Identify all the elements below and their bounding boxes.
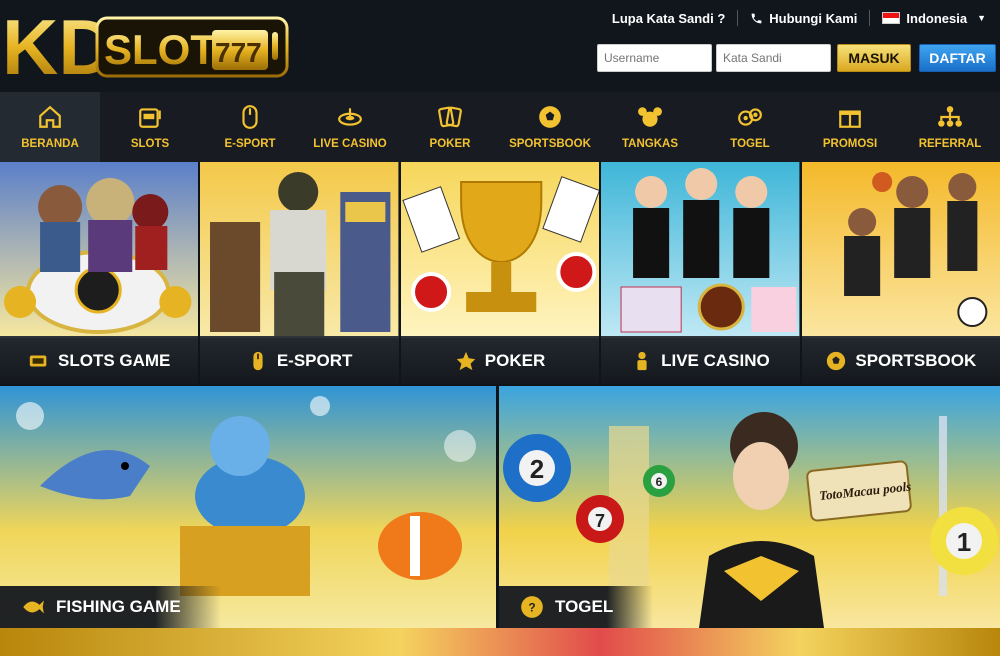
banner-togel[interactable]: 2 6 7 1 TotoMacau pools ? TOGEL (499, 386, 1000, 628)
card-bar: LIVE CASINO (601, 336, 800, 384)
nav-label: SLOTS (130, 138, 170, 150)
nav-item-tangkas[interactable]: TANGKAS (600, 92, 700, 162)
ball-number: 2 (530, 454, 544, 484)
ball-number: 6 (656, 475, 663, 489)
card-esport[interactable]: E-SPORT (200, 162, 399, 384)
ball-number: 7 (595, 511, 605, 531)
caret-down-icon: ▼ (977, 13, 986, 23)
language-label: Indonesia (906, 10, 968, 26)
nav-label: BERANDA (21, 138, 79, 150)
banner-label-text: FISHING GAME (56, 597, 181, 616)
nav-label: TOGEL (730, 138, 770, 150)
gaming-mouse-icon (242, 105, 258, 129)
nav-label: POKER (429, 138, 471, 150)
card-label: POKER (484, 351, 546, 370)
gift-icon (839, 110, 861, 128)
nav-item-poker[interactable]: POKER (400, 92, 500, 162)
card-label: SPORTSBOOK (855, 351, 977, 370)
gaming-mouse-icon (253, 351, 263, 371)
forgot-password-link[interactable]: Lupa Kata Sandi ? (600, 10, 739, 26)
card-bar: POKER (400, 336, 600, 384)
card-bar: SLOTS GAME (0, 336, 199, 384)
card-label: E-SPORT (276, 351, 353, 370)
lottery-ball-icon: ? (521, 596, 543, 618)
nav-item-slots[interactable]: SLOTS (100, 92, 200, 162)
lottery-balls-icon (738, 108, 762, 126)
dealer-icon (637, 351, 647, 371)
svg-text:?: ? (528, 600, 535, 614)
banner-label: ? TOGEL (499, 586, 654, 628)
card-slots-game[interactable]: SLOTS GAME (0, 162, 199, 384)
contact-label: Hubungi Kami (769, 10, 858, 26)
fish-icon (23, 600, 44, 614)
masuk-button[interactable]: MASUK (837, 44, 911, 72)
phone-icon (751, 13, 762, 23)
header: KD SLOTS 777 Lupa Kata Sandi ? Hubungi K… (0, 0, 1000, 92)
card-label: LIVE CASINO (661, 351, 770, 370)
page: KD SLOTS 777 Lupa Kata Sandi ? Hubungi K… (0, 0, 1000, 656)
banner-label-text: TOGEL (555, 597, 614, 616)
roulette-icon (338, 108, 362, 126)
login-form: MASUK DAFTAR (597, 44, 996, 72)
contact-link[interactable]: Hubungi Kami (738, 10, 871, 26)
nav-item-beranda[interactable]: BERANDA (0, 92, 100, 162)
poker-chip-icon (456, 351, 475, 371)
ball-number: 1 (957, 527, 971, 557)
live-casino-image (601, 162, 800, 336)
language-selector[interactable]: Indonesia ▼ (870, 10, 986, 26)
sportsbook-image (801, 162, 1000, 336)
card-live-casino[interactable]: LIVE CASINO (601, 162, 800, 384)
network-icon (938, 106, 962, 127)
flag-indonesia-icon (882, 12, 901, 24)
poker-image (400, 162, 600, 336)
card-poker[interactable]: POKER (400, 162, 600, 384)
top-links: Lupa Kata Sandi ? Hubungi Kami Indonesia… (600, 8, 986, 28)
esport-image (200, 162, 399, 336)
nav-item-referral[interactable]: REFERRAL (900, 92, 1000, 162)
banner-fishing-game[interactable]: FISHING GAME (0, 386, 496, 628)
banner-label: FISHING GAME (0, 586, 221, 628)
daftar-button[interactable]: DAFTAR (919, 44, 996, 72)
nav-item-sportsbook[interactable]: SPORTSBOOK (500, 92, 600, 162)
nav-item-esport[interactable]: E-SPORT (200, 92, 300, 162)
logo-777: 777 (215, 37, 262, 68)
username-input[interactable] (597, 44, 712, 72)
kdslots-logo[interactable]: KD SLOTS 777 (2, 8, 292, 84)
slot-machine-icon (139, 108, 161, 128)
nav-item-togel[interactable]: TOGEL (700, 92, 800, 162)
cards-icon (438, 106, 462, 128)
feature-banners: FISHING GAME 2 6 7 1 TotoMacau pools ? T… (0, 386, 1000, 628)
game-cards: SLOTS GAME E-SPORT POKER LIVE CASINO SPO… (0, 162, 1000, 384)
soccer-ball-icon (827, 351, 846, 371)
password-input[interactable] (716, 44, 831, 72)
slots-game-image (0, 162, 199, 336)
card-sportsbook[interactable]: SPORTSBOOK (801, 162, 1000, 384)
nav-label: LIVE CASINO (313, 138, 387, 150)
nav-label: SPORTSBOOK (509, 138, 591, 150)
forgot-password-label: Lupa Kata Sandi ? (611, 10, 726, 26)
soccer-ball-icon (539, 106, 561, 128)
nav-item-promosi[interactable]: PROMOSI (800, 92, 900, 162)
nav-label: E-SPORT (224, 138, 276, 150)
main-nav: BERANDA SLOTS E-SPORT LIVE CASINO POKER … (0, 92, 1000, 162)
mouse-ears-icon (638, 107, 662, 127)
nav-label: TANGKAS (621, 138, 678, 150)
card-label: SLOTS GAME (58, 351, 171, 370)
nav-label: REFERRAL (918, 138, 982, 150)
card-bar: E-SPORT (200, 336, 399, 384)
home-icon (39, 105, 61, 128)
nav-item-live-casino[interactable]: LIVE CASINO (300, 92, 400, 162)
slot-machine-icon (29, 355, 47, 367)
next-section-banner-strip (0, 628, 1000, 656)
card-bar: SPORTSBOOK (801, 336, 1000, 384)
nav-label: PROMOSI (822, 138, 878, 150)
